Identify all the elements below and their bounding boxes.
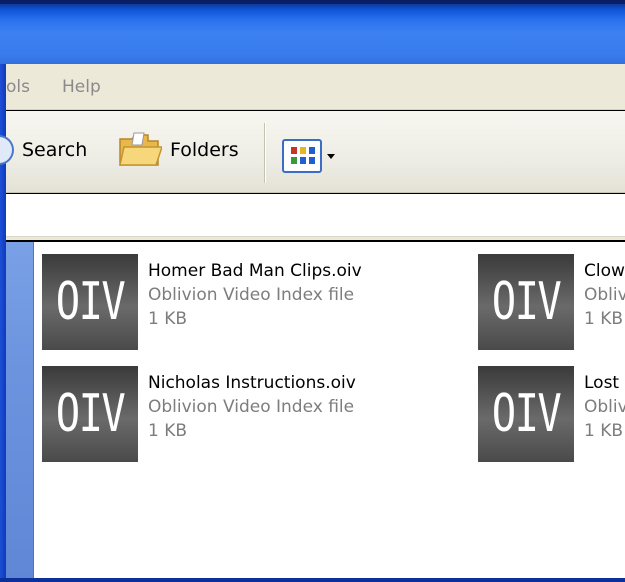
file-item[interactable]: OIV Homer Bad Man Clips.oiv Oblivion Vid… [42,254,472,354]
search-icon [0,135,14,165]
search-button-label: Search [22,139,88,161]
file-item[interactable]: OIV Clow Obliv 1 KB [478,254,625,354]
oiv-file-icon: OIV [42,366,138,462]
file-size: 1 KB [584,309,624,329]
oiv-file-icon: OIV [42,254,138,350]
file-size: 1 KB [584,421,624,441]
views-button[interactable] [282,133,335,179]
file-type: Obliv [584,397,625,417]
file-size: 1 KB [148,309,188,329]
task-pane [6,242,34,578]
toolbar: Search Folders [0,111,625,193]
oiv-file-icon: OIV [478,254,574,350]
toolbar-separator [264,123,266,183]
file-name: Lost [584,373,620,393]
file-item[interactable]: OIV Lost Obliv 1 KB [478,366,625,466]
file-name: Nicholas Instructions.oiv [148,373,356,393]
explorer-window: ols Help Search Folders OIV Homer Bad Ma… [0,0,625,582]
title-bar[interactable] [0,0,625,64]
folder-icon [119,132,162,166]
file-list: OIV Homer Bad Man Clips.oiv Oblivion Vid… [34,242,625,578]
search-button[interactable]: Search [0,127,87,173]
folders-button[interactable]: Folders [118,127,239,173]
file-name: Clow [584,261,625,281]
folders-button-label: Folders [170,139,239,161]
chevron-down-icon[interactable] [327,153,335,159]
file-type: Obliv [584,285,625,305]
file-name: Homer Bad Man Clips.oiv [148,261,362,281]
file-item[interactable]: OIV Nicholas Instructions.oiv Oblivion V… [42,366,472,466]
window-frame-bottom [0,578,625,582]
oiv-file-icon: OIV [478,366,574,462]
views-icon [282,139,322,173]
file-type: Oblivion Video Index file [148,285,355,305]
menu-help[interactable]: Help [62,77,101,97]
address-bar[interactable] [6,194,625,240]
file-type: Oblivion Video Index file [148,397,355,417]
file-size: 1 KB [148,421,188,441]
menu-tools[interactable]: ols [6,77,30,97]
menu-bar: ols Help [6,64,625,110]
